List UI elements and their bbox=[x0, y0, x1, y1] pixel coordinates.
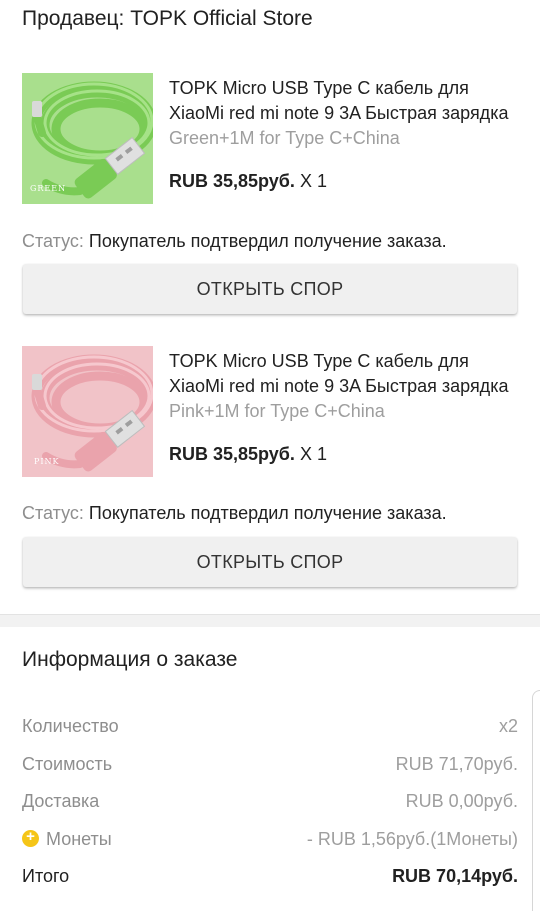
row-label: Итого bbox=[22, 866, 70, 886]
status-value: Покупатель подтвердил получение заказа. bbox=[88, 503, 447, 523]
summary-row-total: Итого RUB 70,14руб. bbox=[22, 866, 518, 892]
coin-icon bbox=[22, 828, 39, 847]
product-image-caption: PINK bbox=[34, 457, 60, 466]
order-status: Статус: Покупатель подтвердил получение … bbox=[22, 503, 447, 524]
summary-row-coins: Монеты - RUB 1,56руб.(1Монеты) bbox=[22, 828, 518, 855]
quantity-value: X 1 bbox=[299, 171, 327, 191]
product-title[interactable]: TOPK Micro USB Type C кабель для XiaoMi … bbox=[169, 349, 524, 399]
price-value: RUB 35,85руб. bbox=[169, 444, 295, 464]
row-value: RUB 0,00руб. bbox=[405, 791, 518, 811]
row-label-wrap: Монеты bbox=[22, 828, 112, 850]
row-label: Монеты bbox=[46, 829, 112, 849]
product-variant: Pink+1M for Type C+China bbox=[169, 401, 385, 421]
product-image-green[interactable]: GREEN bbox=[22, 73, 153, 204]
product-title[interactable]: TOPK Micro USB Type C кабель для XiaoMi … bbox=[169, 76, 524, 126]
row-label: Количество bbox=[22, 716, 119, 736]
summary-row-delivery: Доставка RUB 0,00руб. bbox=[22, 791, 518, 817]
section-divider bbox=[0, 614, 540, 627]
open-dispute-button[interactable]: ОТКРЫТЬ СПОР bbox=[23, 537, 517, 587]
order-item-2[interactable]: PINK TOPK Micro USB Type C кабель для Xi… bbox=[0, 346, 540, 481]
product-image-caption: GREEN bbox=[30, 184, 67, 193]
seller-name[interactable]: Продавец: TOPK Official Store bbox=[22, 7, 313, 31]
row-value: - RUB 1,56руб.(1Монеты) bbox=[306, 829, 518, 849]
row-value: RUB 70,14руб. bbox=[392, 866, 518, 886]
quantity-value: X 1 bbox=[299, 444, 327, 464]
product-variant: Green+1M for Type C+China bbox=[169, 128, 400, 148]
price-value: RUB 35,85руб. bbox=[169, 171, 295, 191]
product-price: RUB 35,85руб. X 1 bbox=[169, 444, 327, 465]
summary-row-cost: Стоимость RUB 71,70руб. bbox=[22, 754, 518, 780]
open-dispute-button[interactable]: ОТКРЫТЬ СПОР bbox=[23, 264, 517, 314]
order-item-1[interactable]: GREEN TOPK Micro USB Type C кабель для X… bbox=[0, 73, 540, 208]
order-info-title: Информация о заказе bbox=[22, 648, 238, 671]
order-status: Статус: Покупатель подтвердил получение … bbox=[22, 231, 447, 252]
summary-row-quantity: Количество x2 bbox=[22, 716, 518, 742]
row-value: x2 bbox=[498, 716, 518, 736]
floating-panel-edge[interactable] bbox=[532, 690, 540, 911]
status-value: Покупатель подтвердил получение заказа. bbox=[88, 231, 447, 251]
row-value: RUB 71,70руб. bbox=[395, 754, 518, 774]
row-label: Стоимость bbox=[22, 754, 113, 774]
status-label: Статус: bbox=[22, 503, 84, 523]
row-label: Доставка bbox=[22, 791, 100, 811]
status-label: Статус: bbox=[22, 231, 84, 251]
product-price: RUB 35,85руб. X 1 bbox=[169, 171, 327, 192]
product-image-pink[interactable]: PINK bbox=[22, 346, 153, 477]
